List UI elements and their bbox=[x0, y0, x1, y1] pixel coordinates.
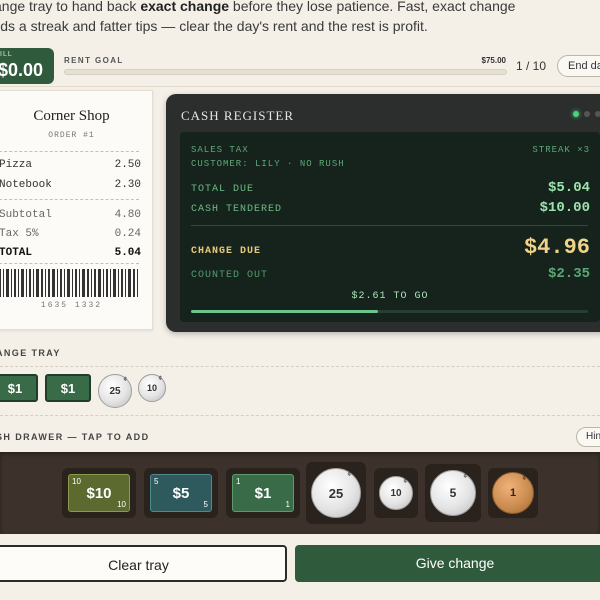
drawer-slot-dime[interactable]: 10 ¢ bbox=[374, 468, 418, 518]
receipt-order-number: ORDER #1 bbox=[48, 131, 95, 140]
tray-coin[interactable]: 10 ¢ bbox=[138, 374, 166, 402]
bill-corner: 1 bbox=[285, 500, 290, 509]
cash-drawer: 10 $10 10 5 $5 5 1 $1 1 25 ¢ 10 ¢ 5 ¢ 1 … bbox=[0, 452, 600, 534]
till-label: ILL bbox=[0, 51, 13, 58]
clear-tray-button[interactable]: Clear tray bbox=[0, 545, 287, 582]
coin-value: 5 bbox=[449, 486, 457, 500]
bill-corner: 10 bbox=[117, 500, 126, 509]
cent-icon: ¢ bbox=[158, 376, 162, 382]
screen-divider bbox=[191, 225, 588, 226]
drawer-slot-10[interactable]: 10 $10 10 bbox=[62, 468, 136, 518]
bill-10[interactable]: 10 $10 10 bbox=[68, 474, 130, 512]
streak-counter: STREAK ×3 bbox=[532, 145, 590, 155]
counted-out-label: COUNTED OUT bbox=[191, 270, 269, 281]
receipt-shop-name: Corner Shop bbox=[33, 108, 110, 124]
status-light-icon bbox=[595, 111, 600, 117]
top-divider bbox=[0, 86, 600, 87]
change-due-label: CHANGE DUE bbox=[191, 246, 262, 257]
drawer-slot-1[interactable]: 1 $1 1 bbox=[226, 468, 300, 518]
hint-button[interactable]: Hint bbox=[576, 427, 600, 447]
receipt: Corner Shop ORDER #1 Pizza 2.50 Notebook 2… bbox=[0, 90, 153, 330]
status-light-icon bbox=[584, 111, 590, 117]
receipt-total: TOTAL 5.04 bbox=[0, 247, 141, 259]
cent-icon: ¢ bbox=[123, 377, 127, 383]
round-counter: 1 / 10 bbox=[516, 59, 547, 73]
receipt-tax: Tax 5% 0.24 bbox=[0, 228, 141, 240]
drawer-slot-quarter[interactable]: 25 ¢ bbox=[306, 462, 366, 524]
give-change-button[interactable]: Give change bbox=[295, 545, 600, 582]
total-due-value: $5.04 bbox=[547, 180, 590, 196]
cent-icon: ¢ bbox=[522, 476, 526, 482]
cent-icon: ¢ bbox=[347, 472, 351, 478]
end-day-button[interactable]: End day bbox=[557, 55, 600, 77]
cent-icon: ¢ bbox=[403, 479, 407, 485]
change-tray-label: ANGE TRAY bbox=[0, 348, 61, 358]
drawer-slot-5[interactable]: 5 $5 5 bbox=[144, 468, 218, 518]
status-light-icon bbox=[573, 111, 579, 117]
customer-info: CUSTOMER: LILY · NO RUSH bbox=[191, 159, 345, 169]
bill-label: $1 bbox=[254, 485, 272, 502]
register-title: CASH REGISTER bbox=[181, 108, 295, 123]
coin-25[interactable]: 25 ¢ bbox=[311, 468, 361, 518]
rent-goal-progress-bar bbox=[64, 69, 507, 75]
total-due-label: TOTAL DUE bbox=[191, 184, 255, 195]
rent-goal-label: RENT GOAL bbox=[64, 56, 124, 65]
change-progress-bar bbox=[191, 310, 588, 313]
receipt-item: Notebook 2.30 bbox=[0, 179, 141, 191]
till-amount: $0.00 bbox=[0, 60, 44, 80]
coin-value: 10 bbox=[390, 488, 402, 499]
receipt-separator bbox=[0, 151, 139, 152]
barcode-icon bbox=[0, 269, 138, 297]
coin-value: 25 bbox=[328, 486, 344, 501]
bill-1[interactable]: 1 $1 1 bbox=[232, 474, 294, 512]
cent-icon: ¢ bbox=[463, 474, 467, 480]
cash-drawer-label: SH DRAWER — TAP TO ADD bbox=[0, 432, 150, 442]
change-progress-fill bbox=[191, 310, 378, 313]
drawer-slot-nickel[interactable]: 5 ¢ bbox=[425, 464, 481, 522]
receipt-item: Pizza 2.50 bbox=[0, 159, 141, 171]
tray-coin-value: 10 bbox=[146, 383, 157, 393]
intro-line-1: ange tray to hand back exact change befo… bbox=[0, 0, 516, 14]
bill-label: $5 bbox=[172, 485, 190, 502]
receipt-separator bbox=[0, 263, 139, 264]
receipt-barcode-number: 1635 1332 bbox=[40, 301, 103, 310]
drawer-slot-penny[interactable]: 1 ¢ bbox=[488, 468, 538, 518]
tray-coin[interactable]: 25 ¢ bbox=[98, 374, 132, 408]
cash-tendered-value: $10.00 bbox=[539, 200, 590, 216]
counted-out-value: $2.35 bbox=[547, 266, 590, 282]
cash-register: CASH REGISTER SALES TAX STREAK ×3 CUSTOM… bbox=[166, 94, 600, 332]
coin-1[interactable]: 1 ¢ bbox=[492, 472, 534, 514]
remaining-to-go: $2.61 TO GO bbox=[351, 291, 429, 302]
tray-bill[interactable]: $1 bbox=[0, 374, 38, 402]
coin-5[interactable]: 5 ¢ bbox=[430, 470, 476, 516]
receipt-separator bbox=[0, 199, 139, 200]
change-due-value: $4.96 bbox=[523, 235, 590, 260]
receipt-subtotal: Subtotal 4.80 bbox=[0, 209, 141, 221]
cash-tendered-label: CASH TENDERED bbox=[191, 204, 283, 215]
bill-5[interactable]: 5 $5 5 bbox=[150, 474, 212, 512]
intro-text: ange tray to hand back exact change befo… bbox=[0, 0, 600, 36]
till-display: ILL $0.00 bbox=[0, 48, 54, 84]
tray-coin-value: 25 bbox=[109, 386, 121, 397]
rent-goal-amount: $75.00 bbox=[481, 56, 506, 65]
sales-tax-label: SALES TAX bbox=[191, 145, 249, 155]
bill-corner: 5 bbox=[203, 500, 208, 509]
intro-line-2: ilds a streak and fatter tips — clear th… bbox=[0, 18, 428, 34]
coin-10[interactable]: 10 ¢ bbox=[379, 476, 413, 510]
tray-bill[interactable]: $1 bbox=[45, 374, 91, 402]
register-screen: SALES TAX STREAK ×3 CUSTOMER: LILY · NO … bbox=[180, 132, 600, 322]
coin-value: 1 bbox=[509, 487, 517, 499]
